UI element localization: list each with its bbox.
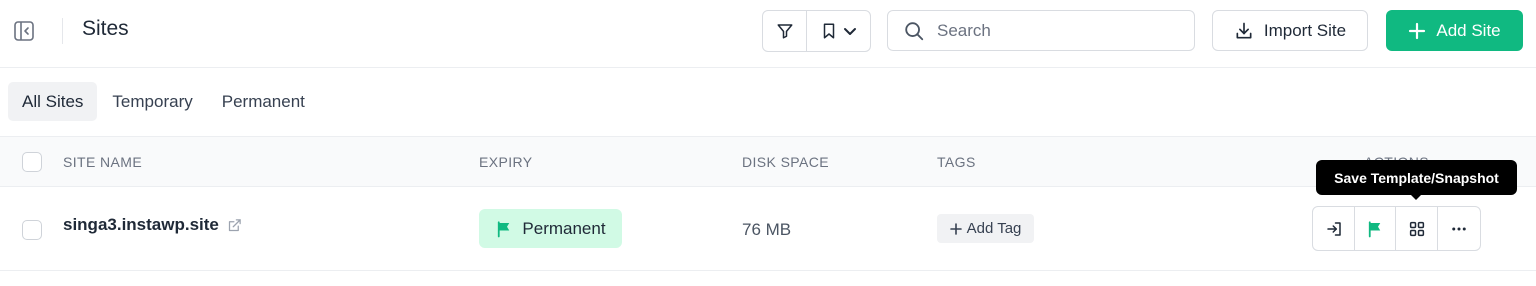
chevron-down-icon — [843, 28, 856, 35]
add-tag-button[interactable]: Add Tag — [937, 214, 1034, 243]
download-icon — [1236, 22, 1252, 39]
column-header-disk-space[interactable]: DISK SPACE — [742, 154, 829, 170]
save-template-snapshot-button[interactable] — [1396, 207, 1438, 250]
filter-icon — [777, 24, 792, 39]
search-input[interactable] — [937, 20, 1177, 41]
search-icon — [902, 19, 926, 43]
flag-icon — [1368, 220, 1381, 237]
column-header-expiry[interactable]: EXPIRY — [479, 154, 533, 170]
site-name-link[interactable]: singa3.instawp.site — [63, 215, 242, 235]
sidebar-collapse-icon — [14, 21, 34, 41]
more-icon — [1452, 227, 1466, 230]
flag-icon — [498, 220, 510, 237]
bookmark-dropdown-button[interactable] — [807, 11, 870, 51]
add-tag-label: Add Tag — [966, 220, 1022, 237]
page-title: Sites — [82, 17, 129, 40]
grid-icon — [1409, 221, 1424, 236]
column-header-site-name[interactable]: SITE NAME — [63, 154, 142, 170]
select-all-checkbox[interactable] — [22, 152, 42, 172]
bookmark-icon — [823, 23, 834, 39]
save-template-tooltip: Save Template/Snapshot — [1316, 160, 1517, 195]
plus-icon — [1409, 22, 1426, 39]
tab-permanent[interactable]: Permanent — [208, 82, 319, 121]
page-header: Sites Impor — [0, 0, 1536, 68]
filter-bookmark-group — [762, 10, 871, 52]
login-icon — [1326, 221, 1341, 236]
row-checkbox[interactable] — [22, 220, 42, 240]
site-filter-tabs: All Sites Temporary Permanent — [8, 82, 320, 121]
sidebar-collapse-button[interactable] — [12, 19, 36, 43]
plus-icon — [949, 222, 962, 235]
tab-temporary[interactable]: Temporary — [98, 82, 206, 121]
add-site-button[interactable]: Add Site — [1386, 10, 1523, 51]
external-link-icon[interactable] — [227, 218, 242, 233]
column-header-tags: TAGS — [937, 154, 976, 170]
site-name-text: singa3.instawp.site — [63, 215, 219, 234]
table-row: singa3.instawp.site Permanent 76 MB Add … — [0, 187, 1536, 271]
add-site-label: Add Site — [1436, 20, 1501, 40]
disk-space-value: 76 MB — [742, 220, 792, 239]
header-divider — [62, 18, 63, 44]
table-header: SITE NAME EXPIRY DISK SPACE TAGS ACTIONS — [0, 136, 1536, 187]
expiry-badge: Permanent — [479, 209, 622, 248]
expiry-label: Permanent — [522, 218, 606, 238]
import-site-label: Import Site — [1263, 20, 1347, 40]
tab-all-sites[interactable]: All Sites — [8, 82, 98, 121]
tooltip-arrow — [1410, 194, 1422, 200]
search-box — [887, 10, 1195, 51]
login-button[interactable] — [1313, 207, 1355, 250]
more-actions-button[interactable] — [1438, 207, 1480, 250]
filter-button[interactable] — [763, 11, 807, 51]
import-site-button[interactable]: Import Site — [1212, 10, 1368, 51]
row-actions — [1312, 206, 1481, 251]
make-permanent-button[interactable] — [1355, 207, 1396, 250]
